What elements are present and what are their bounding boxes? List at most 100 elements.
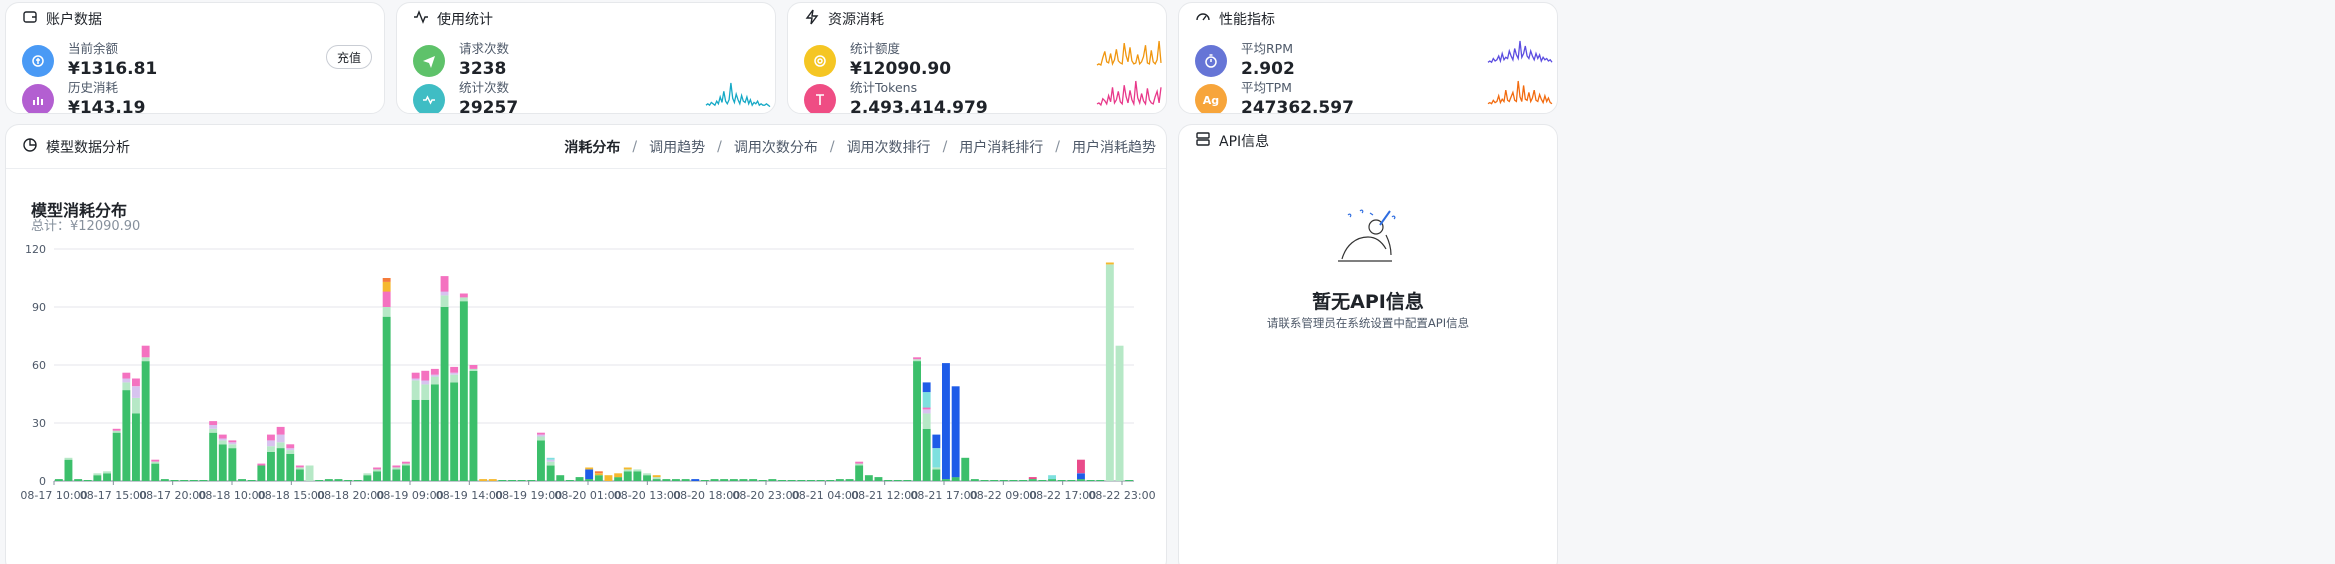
bar-segment [228,448,237,481]
bar-segment [546,457,555,460]
bar-segment [440,295,449,307]
bar-segment [527,480,536,481]
bar-segment [614,477,623,481]
bar-segment [469,370,478,481]
y-tick-label: 60 [32,359,46,372]
tpm-sparkline [1487,80,1553,105]
quota-value: ¥12090.90 [850,59,952,79]
bar-segment [286,453,295,481]
bar-segment [344,480,353,481]
account-card: 账户数据 当前余额 ¥1316.81 充值 历史消耗 ¥143.19 [5,2,385,114]
bar-segment [402,465,410,481]
bar-segment [652,475,661,478]
sparkline-path [705,82,771,108]
bar-segment [932,434,941,449]
bar-segment [392,465,401,468]
bar-segment [614,473,623,478]
bar-segment [835,479,844,481]
bar-segment [1048,475,1056,480]
recharge-button[interactable]: 充值 [325,45,372,69]
bar-segment [132,397,140,414]
bar-segment [672,479,680,481]
consumption-bar-chart: 0 30 60 90 120 08-17 10:0008-17 15:0008-17 20… [20,243,1155,502]
bar-segment [440,276,449,292]
bar-segment [816,480,825,481]
bar-segment [209,424,218,429]
bar-segment [382,291,391,307]
bar-segment [93,475,102,481]
bar-segment [517,480,526,481]
bar-segment [103,473,111,481]
lightning-icon [804,9,820,29]
bar-segment [508,480,516,481]
bar-segment [585,469,594,480]
bar-segment [209,432,218,481]
bar-segment [681,479,690,481]
sparkline-path [1487,40,1553,64]
history-value: ¥143.19 [68,98,146,114]
gauge-icon [1195,9,1211,29]
tpm-label: 平均TPM [1241,80,1292,95]
bar-segment [305,465,314,481]
api-card-title: API信息 [1219,134,1270,150]
bar-segment [267,446,275,452]
pulse-icon [413,84,445,113]
bar-segment [922,409,931,414]
bar-segment [903,480,912,481]
bar-segment [951,477,960,481]
bar-segment [421,399,430,481]
bar-segment [922,392,931,408]
bar-segment [363,473,372,476]
bar-segment [411,380,420,400]
bar-segment [488,479,497,481]
bar-segment [218,440,227,445]
bar-segment [585,467,594,470]
bar-segment [1019,480,1028,481]
bar-segment [122,390,131,481]
bar-segment [440,291,449,296]
bar-segment [1077,459,1085,474]
bar-segment [122,372,131,379]
bar-segment [392,467,401,470]
resource-card-title: 资源消耗 [828,12,884,28]
bar-segment [430,368,439,375]
bar-segment [315,480,324,481]
bar-segment [864,475,873,481]
bar-segment [758,480,767,481]
bar-segment [537,434,545,437]
bar-segment [546,461,555,466]
sparkline-path [1096,40,1162,66]
bar-segment [122,378,131,383]
requests-stat: 请求次数 3238 [413,41,509,81]
bar-segment [238,479,246,481]
bar-segment [459,293,468,298]
stat-count-value: 29257 [459,98,519,114]
bar-segment [267,452,275,481]
bar-segment [1048,479,1056,481]
rpm-label: 平均RPM [1241,41,1294,56]
bar-segment [54,479,63,481]
x-tick-label: 08-22 17:00 [1029,489,1096,502]
rpm-value: 2.902 [1241,59,1295,79]
bar-segment [122,382,131,391]
usage-card-header: 使用统计 [397,3,775,33]
bar-segment [1105,264,1114,481]
bar-segment [276,442,285,449]
x-tick-label: 08-21 12:00 [851,489,918,502]
x-tick-label: 08-21 04:00 [792,489,859,502]
balance-stat: 当前余额 ¥1316.81 [22,41,157,81]
bar-segment [402,461,410,464]
sparkline-path [1096,80,1162,107]
typography-icon: Ag [1195,84,1227,113]
bar-segment [1009,480,1018,481]
server-icon [1195,131,1211,151]
bar-segment [257,465,266,481]
bar-segment [382,307,391,317]
bar-segment [884,480,893,481]
bar-segment [286,448,295,450]
bar-segment [276,448,285,481]
bar-segment [700,480,709,481]
bar-segment [421,384,430,400]
bar-segment [209,421,218,425]
usage-sparkline [705,82,771,108]
